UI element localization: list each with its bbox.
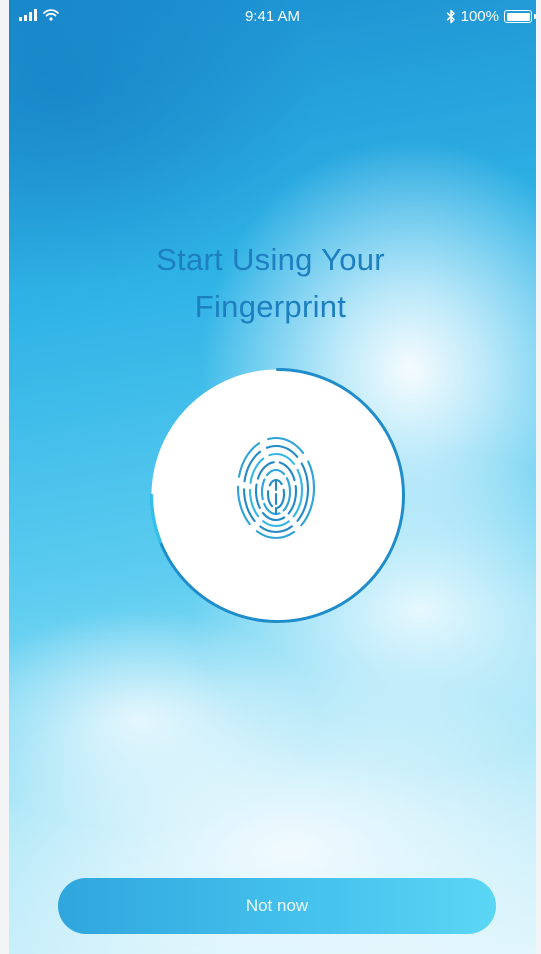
status-right: 100% [446,8,536,25]
battery-percent: 100% [460,8,499,25]
not-now-button[interactable]: Not now [58,878,496,934]
right-edge [536,0,541,954]
bluetooth-icon [446,9,455,24]
left-edge [0,0,9,954]
fingerprint-setup-screen: 9:41 AM 100% Start Using Your Fingerprin… [0,0,541,954]
fingerprint-scanner-graphic [150,368,405,623]
fingerprint-scanner[interactable] [146,364,409,627]
status-bar: 9:41 AM 100% [9,0,536,34]
page-title: Start Using Your Fingerprint [0,236,541,330]
battery-icon [504,10,536,23]
title-line-2: Fingerprint [194,289,347,324]
title-line-1: Start Using Your [156,242,385,277]
